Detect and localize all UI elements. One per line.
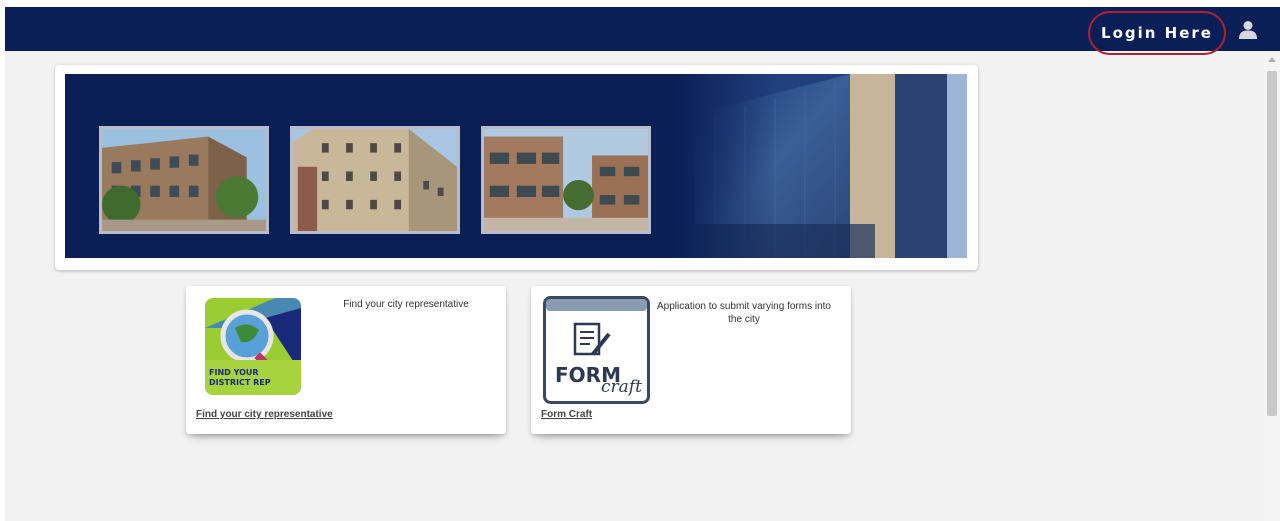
scroll-up-arrow-icon[interactable] bbox=[1268, 57, 1276, 62]
logo-line-2: DISTRICT REP bbox=[209, 378, 271, 387]
app-tile-form-craft[interactable]: FORM craft Application to submit varying… bbox=[531, 286, 851, 434]
login-link[interactable]: Login Here bbox=[1088, 11, 1226, 55]
banner-card bbox=[55, 65, 978, 270]
logo-word-craft: craft bbox=[601, 377, 642, 397]
scrollbar-thumb[interactable] bbox=[1267, 71, 1277, 416]
building-photo-1 bbox=[99, 126, 269, 234]
vertical-scrollbar[interactable] bbox=[1264, 55, 1280, 521]
find-representative-link[interactable]: Find your city representative bbox=[196, 409, 333, 420]
user-icon[interactable] bbox=[1237, 19, 1259, 41]
building-photo-3 bbox=[481, 126, 651, 234]
app-description: Application to submit varying forms into… bbox=[657, 301, 831, 325]
building-photo-2 bbox=[290, 126, 460, 234]
app-description: Find your city representative bbox=[343, 299, 469, 310]
city-banner bbox=[65, 74, 967, 258]
logo-line-1: FIND YOUR bbox=[209, 368, 259, 377]
app-tile-find-representative[interactable]: FIND YOUR DISTRICT REP Find your city re… bbox=[186, 286, 506, 434]
form-craft-logo[interactable]: FORM craft bbox=[543, 296, 650, 404]
top-navigation-bar: Login Here bbox=[5, 7, 1280, 55]
find-district-rep-logo[interactable]: FIND YOUR DISTRICT REP bbox=[205, 298, 301, 395]
city-hall-tower-image bbox=[675, 74, 967, 258]
page-viewport: Login Here FIND YOUR DISTRICT REP Find y… bbox=[5, 7, 1280, 521]
form-craft-link[interactable]: Form Craft bbox=[541, 409, 592, 420]
